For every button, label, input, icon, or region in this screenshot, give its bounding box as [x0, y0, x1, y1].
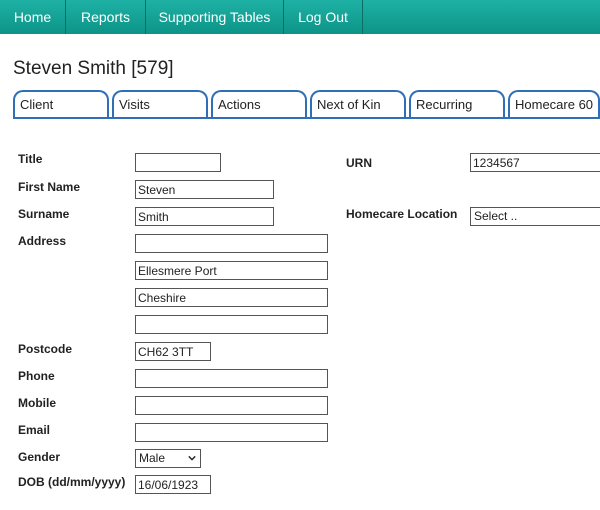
tabs-divider [13, 117, 600, 119]
tab-homecare-60[interactable]: Homecare 60 [508, 90, 600, 117]
dob-label: DOB (dd/mm/yyyy) [18, 475, 126, 489]
page-title: Steven Smith [579] [13, 58, 174, 79]
nav-log-out[interactable]: Log Out [284, 0, 363, 34]
email-input[interactable] [135, 423, 328, 442]
urn-input[interactable] [470, 153, 600, 172]
surname-label: Surname [18, 207, 70, 221]
address-line-3-input[interactable] [135, 288, 328, 307]
tab-actions[interactable]: Actions [211, 90, 307, 117]
title-label: Title [18, 152, 43, 166]
tab-next-of-kin[interactable]: Next of Kin [310, 90, 406, 117]
nav-reports[interactable]: Reports [66, 0, 146, 34]
gender-label: Gender [18, 450, 61, 464]
first-name-label: First Name [18, 180, 81, 194]
dob-input[interactable] [135, 475, 211, 494]
phone-input[interactable] [135, 369, 328, 388]
nav-supporting-tables[interactable]: Supporting Tables [146, 0, 284, 34]
top-nav: Home Reports Supporting Tables Log Out [0, 0, 600, 34]
postcode-input[interactable] [135, 342, 211, 361]
surname-input[interactable] [135, 207, 274, 226]
phone-label: Phone [18, 369, 55, 383]
address-line-2-input[interactable] [135, 261, 328, 280]
title-input[interactable] [135, 153, 221, 172]
address-line-1-input[interactable] [135, 234, 328, 253]
gender-select-value: Male [139, 451, 166, 465]
postcode-label: Postcode [18, 342, 73, 356]
mobile-label: Mobile [18, 396, 56, 410]
first-name-input[interactable] [135, 180, 274, 199]
address-label: Address [18, 234, 67, 248]
nav-home[interactable]: Home [0, 0, 66, 34]
gender-select[interactable]: Male [135, 449, 201, 468]
mobile-input[interactable] [135, 396, 328, 415]
homecare-location-select[interactable]: Select .. [470, 207, 600, 226]
homecare-location-value: Select .. [474, 209, 518, 223]
tab-visits[interactable]: Visits [112, 90, 208, 117]
urn-label: URN [346, 156, 372, 170]
chevron-down-icon [188, 455, 196, 461]
tab-client[interactable]: Client [13, 90, 109, 117]
address-line-4-input[interactable] [135, 315, 328, 334]
homecare-location-label: Homecare Location [346, 207, 458, 221]
tab-recurring[interactable]: Recurring [409, 90, 505, 117]
email-label: Email [18, 423, 51, 437]
